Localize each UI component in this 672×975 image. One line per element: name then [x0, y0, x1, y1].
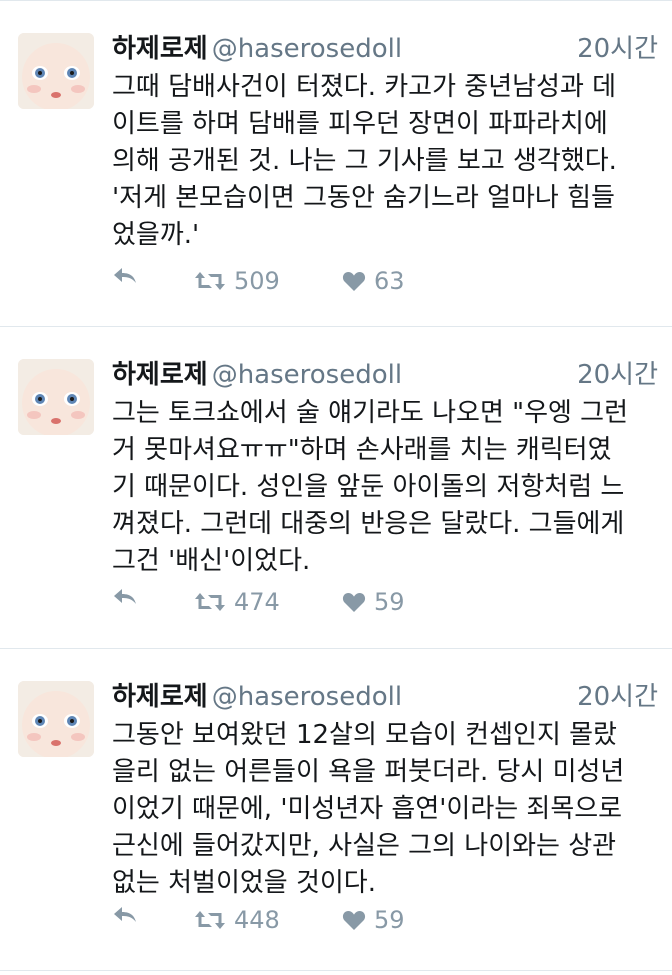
heart-icon	[342, 593, 366, 612]
reply-button[interactable]	[112, 905, 138, 925]
author-name[interactable]: 하제로제	[112, 360, 208, 390]
author-name[interactable]: 하제로제	[112, 34, 208, 64]
tweet-feed: 하제로제 @haserosedoll 20시간 그때 담배사건이 터졌다. 카고가…	[0, 0, 672, 975]
reply-icon	[114, 907, 136, 922]
timestamp[interactable]: 20시간	[577, 682, 658, 712]
heart-icon	[342, 272, 366, 291]
tweet-actions: 474 59	[112, 587, 512, 617]
like-button[interactable]: 59	[342, 905, 405, 935]
doll-face-icon	[18, 359, 94, 435]
tweet-text-line: 그동안 보여왔던 12살의 모습이 컨셉인지 몰랐	[112, 720, 617, 750]
tweet-text-line: 이트를 하며 담배를 피우던 장면이 파파라치에	[112, 109, 608, 139]
tweet-text-line: 거 못마셔요ㅠㅠ"하며 손사래를 치는 캐릭터였	[112, 435, 612, 465]
avatar[interactable]	[18, 681, 94, 757]
tweet-text: 그때 담배사건이 터졌다. 카고가 중년남성과 데 이트를 하며 담배를 피우던…	[112, 69, 660, 254]
retweet-icon	[195, 911, 225, 929]
author-handle[interactable]: @haserosedoll	[212, 34, 402, 64]
retweet-button[interactable]: 448	[194, 905, 280, 935]
retweet-count: 474	[234, 588, 280, 616]
tweet-text-line: 껴졌다. 그런데 대중의 반응은 달랐다. 그들에게	[112, 509, 625, 539]
tweet-text-line: 그는 토크쇼에서 술 얘기라도 나오면 "우엥 그런	[112, 398, 629, 428]
tweet[interactable]: 하제로제 @haserosedoll 20시간 그는 토크쇼에서 술 얘기라도 나…	[0, 327, 672, 649]
doll-face-icon	[18, 681, 94, 757]
tweet-header: 하제로제 @haserosedoll 20시간	[112, 360, 658, 390]
tweet[interactable]: 하제로제 @haserosedoll 20시간 그때 담배사건이 터졌다. 카고가…	[0, 0, 672, 327]
reply-button[interactable]	[112, 266, 138, 286]
timestamp[interactable]: 20시간	[577, 360, 658, 390]
reply-button[interactable]	[112, 587, 138, 607]
retweet-count: 509	[234, 267, 280, 295]
tweet-text-line: 을리 없는 어른들이 욕을 퍼붓더라. 당시 미성년	[112, 757, 625, 787]
retweet-button[interactable]: 509	[194, 266, 280, 296]
author-name[interactable]: 하제로제	[112, 682, 208, 712]
tweet[interactable]: 하제로제 @haserosedoll 20시간 그동안 보여왔던 12살의 모습이…	[0, 649, 672, 971]
like-count: 59	[374, 906, 405, 934]
avatar[interactable]	[18, 359, 94, 435]
tweet-header: 하제로제 @haserosedoll 20시간	[112, 34, 658, 64]
doll-face-icon	[18, 33, 94, 109]
reply-icon	[114, 268, 136, 283]
like-count: 59	[374, 588, 405, 616]
tweet-text-line: 기 때문이다. 성인을 앞둔 아이돌의 저항처럼 느	[112, 472, 625, 502]
tweet-text: 그동안 보여왔던 12살의 모습이 컨셉인지 몰랐 을리 없는 어른들이 욕을 …	[112, 717, 660, 902]
tweet-text-line: 었을까.'	[112, 220, 200, 250]
tweet-text-line: 근신에 들어갔지만, 사실은 그의 나이와는 상관	[112, 831, 617, 861]
tweet-actions: 448 59	[112, 905, 512, 935]
tweet-text: 그는 토크쇼에서 술 얘기라도 나오면 "우엥 그런 거 못마셔요ㅠㅠ"하며 손…	[112, 395, 660, 580]
tweet-text-line: 그건 '배신'이었다.	[112, 546, 311, 576]
author-handle[interactable]: @haserosedoll	[212, 682, 402, 712]
tweet-text-line: 이었기 때문에, '미성년자 흡연'이라는 죄목으로	[112, 794, 623, 824]
tweet-text-line: 없는 처벌이었을 것이다.	[112, 868, 376, 898]
tweet-text-line: 그때 담배사건이 터졌다. 카고가 중년남성과 데	[112, 72, 617, 102]
like-count: 63	[374, 267, 405, 295]
avatar[interactable]	[18, 33, 94, 109]
like-button[interactable]: 63	[342, 266, 405, 296]
tweet-text-line: 의해 공개된 것. 나는 그 기사를 보고 생각했다.	[112, 146, 617, 176]
tweet-actions: 509 63	[112, 266, 512, 296]
like-button[interactable]: 59	[342, 587, 405, 617]
retweet-icon	[195, 272, 225, 290]
retweet-icon	[195, 593, 225, 611]
heart-icon	[342, 911, 366, 930]
tweet-header: 하제로제 @haserosedoll 20시간	[112, 682, 658, 712]
retweet-count: 448	[234, 906, 280, 934]
author-handle[interactable]: @haserosedoll	[212, 360, 402, 390]
tweet-text-line: '저게 본모습이면 그동안 숨기느라 얼마나 힘들	[112, 183, 615, 213]
timestamp[interactable]: 20시간	[577, 34, 658, 64]
reply-icon	[114, 589, 136, 604]
retweet-button[interactable]: 474	[194, 587, 280, 617]
